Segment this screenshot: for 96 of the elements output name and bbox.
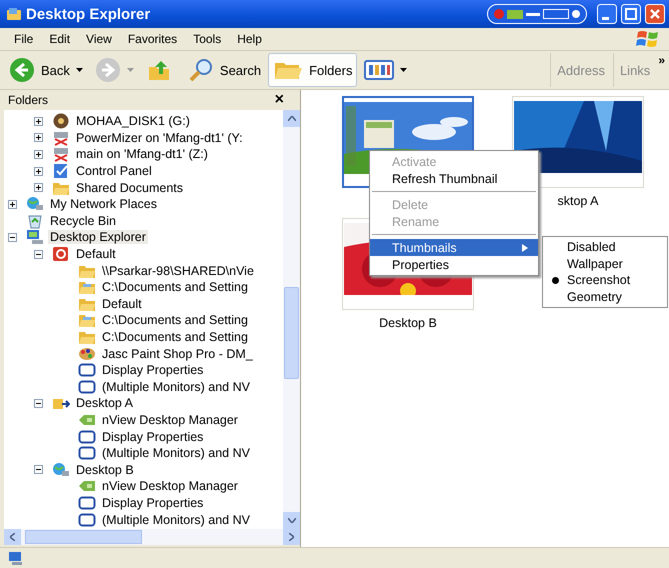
chevron-button[interactable]: »	[658, 53, 665, 67]
collapse-icon[interactable]	[8, 232, 17, 242]
recycle-bin-icon	[26, 212, 44, 229]
tree-item[interactable]: main on 'Mfang-dt1' (Z:)	[74, 147, 210, 162]
menu-item[interactable]: Refresh Thumbnail	[370, 170, 538, 187]
windows-flag-icon	[635, 28, 661, 50]
tree-item[interactable]: Display Properties	[100, 363, 206, 378]
network-globe-icon	[26, 196, 44, 212]
monitor-icon	[78, 445, 96, 462]
tree-item[interactable]: Display Properties	[100, 496, 206, 510]
tree-item[interactable]: Default	[74, 247, 118, 262]
horizontal-scrollbar[interactable]	[4, 529, 300, 545]
tree-item[interactable]: Jasc Paint Shop Pro - DM_	[100, 346, 255, 361]
tree-item[interactable]: Shared Documents	[74, 180, 186, 195]
tree-item[interactable]: C:\Documents and Setting	[100, 330, 250, 344]
menu-item[interactable]: Help	[229, 32, 270, 46]
menu-item[interactable]: Wallpaper	[543, 256, 667, 272]
caret-icon	[126, 68, 134, 72]
search-button[interactable]: Search	[182, 53, 266, 87]
pane-title: Folders	[8, 93, 48, 107]
tree-item[interactable]: \\Psarkar-98\SHARED\nVie	[100, 264, 256, 278]
tree-item[interactable]: nView Desktop Manager	[100, 412, 240, 427]
menu-item[interactable]: Thumbnails	[370, 239, 538, 256]
menu-item[interactable]: Edit	[41, 32, 78, 46]
scroll-thumb[interactable]	[25, 530, 142, 544]
tree-item[interactable]: My Network Places	[48, 197, 159, 212]
tree-item[interactable]: Desktop Explorer	[48, 230, 148, 244]
menu-item[interactable]: Geometry	[543, 288, 667, 305]
menu-item[interactable]: View	[78, 32, 120, 46]
tree-item[interactable]: Desktop B	[74, 462, 136, 477]
palette-icon	[78, 346, 96, 362]
vertical-scrollbar[interactable]	[283, 110, 300, 529]
tree-item[interactable]: Desktop A	[74, 396, 135, 410]
monitor-icon	[78, 428, 96, 445]
scroll-up-icon[interactable]	[288, 116, 296, 121]
scroll-right-icon[interactable]	[289, 533, 294, 541]
tray-pill-icon	[487, 4, 587, 24]
scroll-down-icon[interactable]	[288, 518, 296, 523]
network-globe-icon	[52, 462, 70, 478]
network-drive-icon	[52, 130, 70, 146]
views-icon	[364, 60, 394, 80]
folder-icon	[78, 329, 96, 346]
network-drive-icon	[52, 146, 70, 162]
control-panel-icon	[52, 163, 70, 180]
tree-item[interactable]: PowerMizer on 'Mfang-dt1' (Y:	[74, 130, 245, 145]
close-pane-button[interactable]: ×	[274, 91, 292, 109]
scroll-thumb[interactable]	[284, 287, 299, 379]
tree-item[interactable]: Recycle Bin	[48, 214, 118, 228]
caret-icon	[400, 68, 408, 72]
menu-item[interactable]: Favorites	[120, 32, 186, 46]
collapse-icon[interactable]	[34, 398, 43, 408]
expand-icon[interactable]	[34, 166, 43, 176]
expand-icon[interactable]	[34, 150, 43, 159]
tree-item[interactable]: Control Panel	[74, 164, 154, 178]
app-icon	[6, 7, 22, 21]
tree-item[interactable]: nView Desktop Manager	[100, 479, 240, 494]
window-title: Desktop Explorer	[26, 6, 152, 22]
tree-item[interactable]: (Multiple Monitors) and NV	[100, 446, 252, 460]
collapse-icon[interactable]	[34, 250, 43, 259]
tree-item[interactable]: C:\Documents and Setting	[100, 280, 250, 294]
thumbnail-label: Desktop B	[379, 316, 437, 330]
menu-item[interactable]: Disabled	[543, 239, 667, 256]
disc-icon	[52, 113, 70, 130]
monitor-icon	[26, 229, 44, 246]
tree-item[interactable]: C:\Documents and Setting	[100, 313, 250, 328]
caret-icon	[76, 68, 83, 72]
monitor-icon	[78, 494, 96, 511]
search-icon	[188, 57, 214, 83]
menu-item[interactable]: Screenshot	[543, 272, 667, 288]
tree-item[interactable]: MOHAA_DISK1 (G:)	[74, 114, 192, 128]
folder-icon	[78, 312, 96, 328]
tree-item[interactable]: (Multiple Monitors) and NV	[100, 512, 252, 527]
computer-icon	[8, 551, 24, 565]
submenu-arrow-icon	[522, 244, 528, 252]
menu-item[interactable]: Tools	[185, 32, 230, 46]
tree-item[interactable]: Display Properties	[100, 430, 206, 444]
collapse-icon[interactable]	[34, 465, 43, 474]
scroll-left-icon[interactable]	[10, 533, 15, 541]
folder-icon	[78, 279, 96, 296]
monitor-icon	[78, 378, 96, 395]
monitor-icon	[78, 362, 96, 378]
folders-button[interactable]: Folders	[268, 53, 358, 87]
tree-item[interactable]: (Multiple Monitors) and NV	[100, 380, 252, 394]
thumbnail-label: sktop A	[558, 194, 598, 208]
expand-icon[interactable]	[34, 116, 43, 126]
tree-item[interactable]: Default	[100, 296, 144, 311]
maximize-icon[interactable]	[621, 4, 641, 24]
close-icon[interactable]	[645, 4, 665, 24]
back-button[interactable]: Back	[4, 53, 88, 87]
expand-icon[interactable]	[34, 133, 43, 142]
menu-item[interactable]: File	[6, 32, 42, 46]
expand-icon[interactable]	[34, 183, 43, 192]
minimize-icon[interactable]	[597, 4, 617, 24]
expand-icon[interactable]	[8, 200, 17, 209]
menu-item[interactable]: Properties	[370, 256, 538, 273]
app-icon	[52, 246, 70, 262]
